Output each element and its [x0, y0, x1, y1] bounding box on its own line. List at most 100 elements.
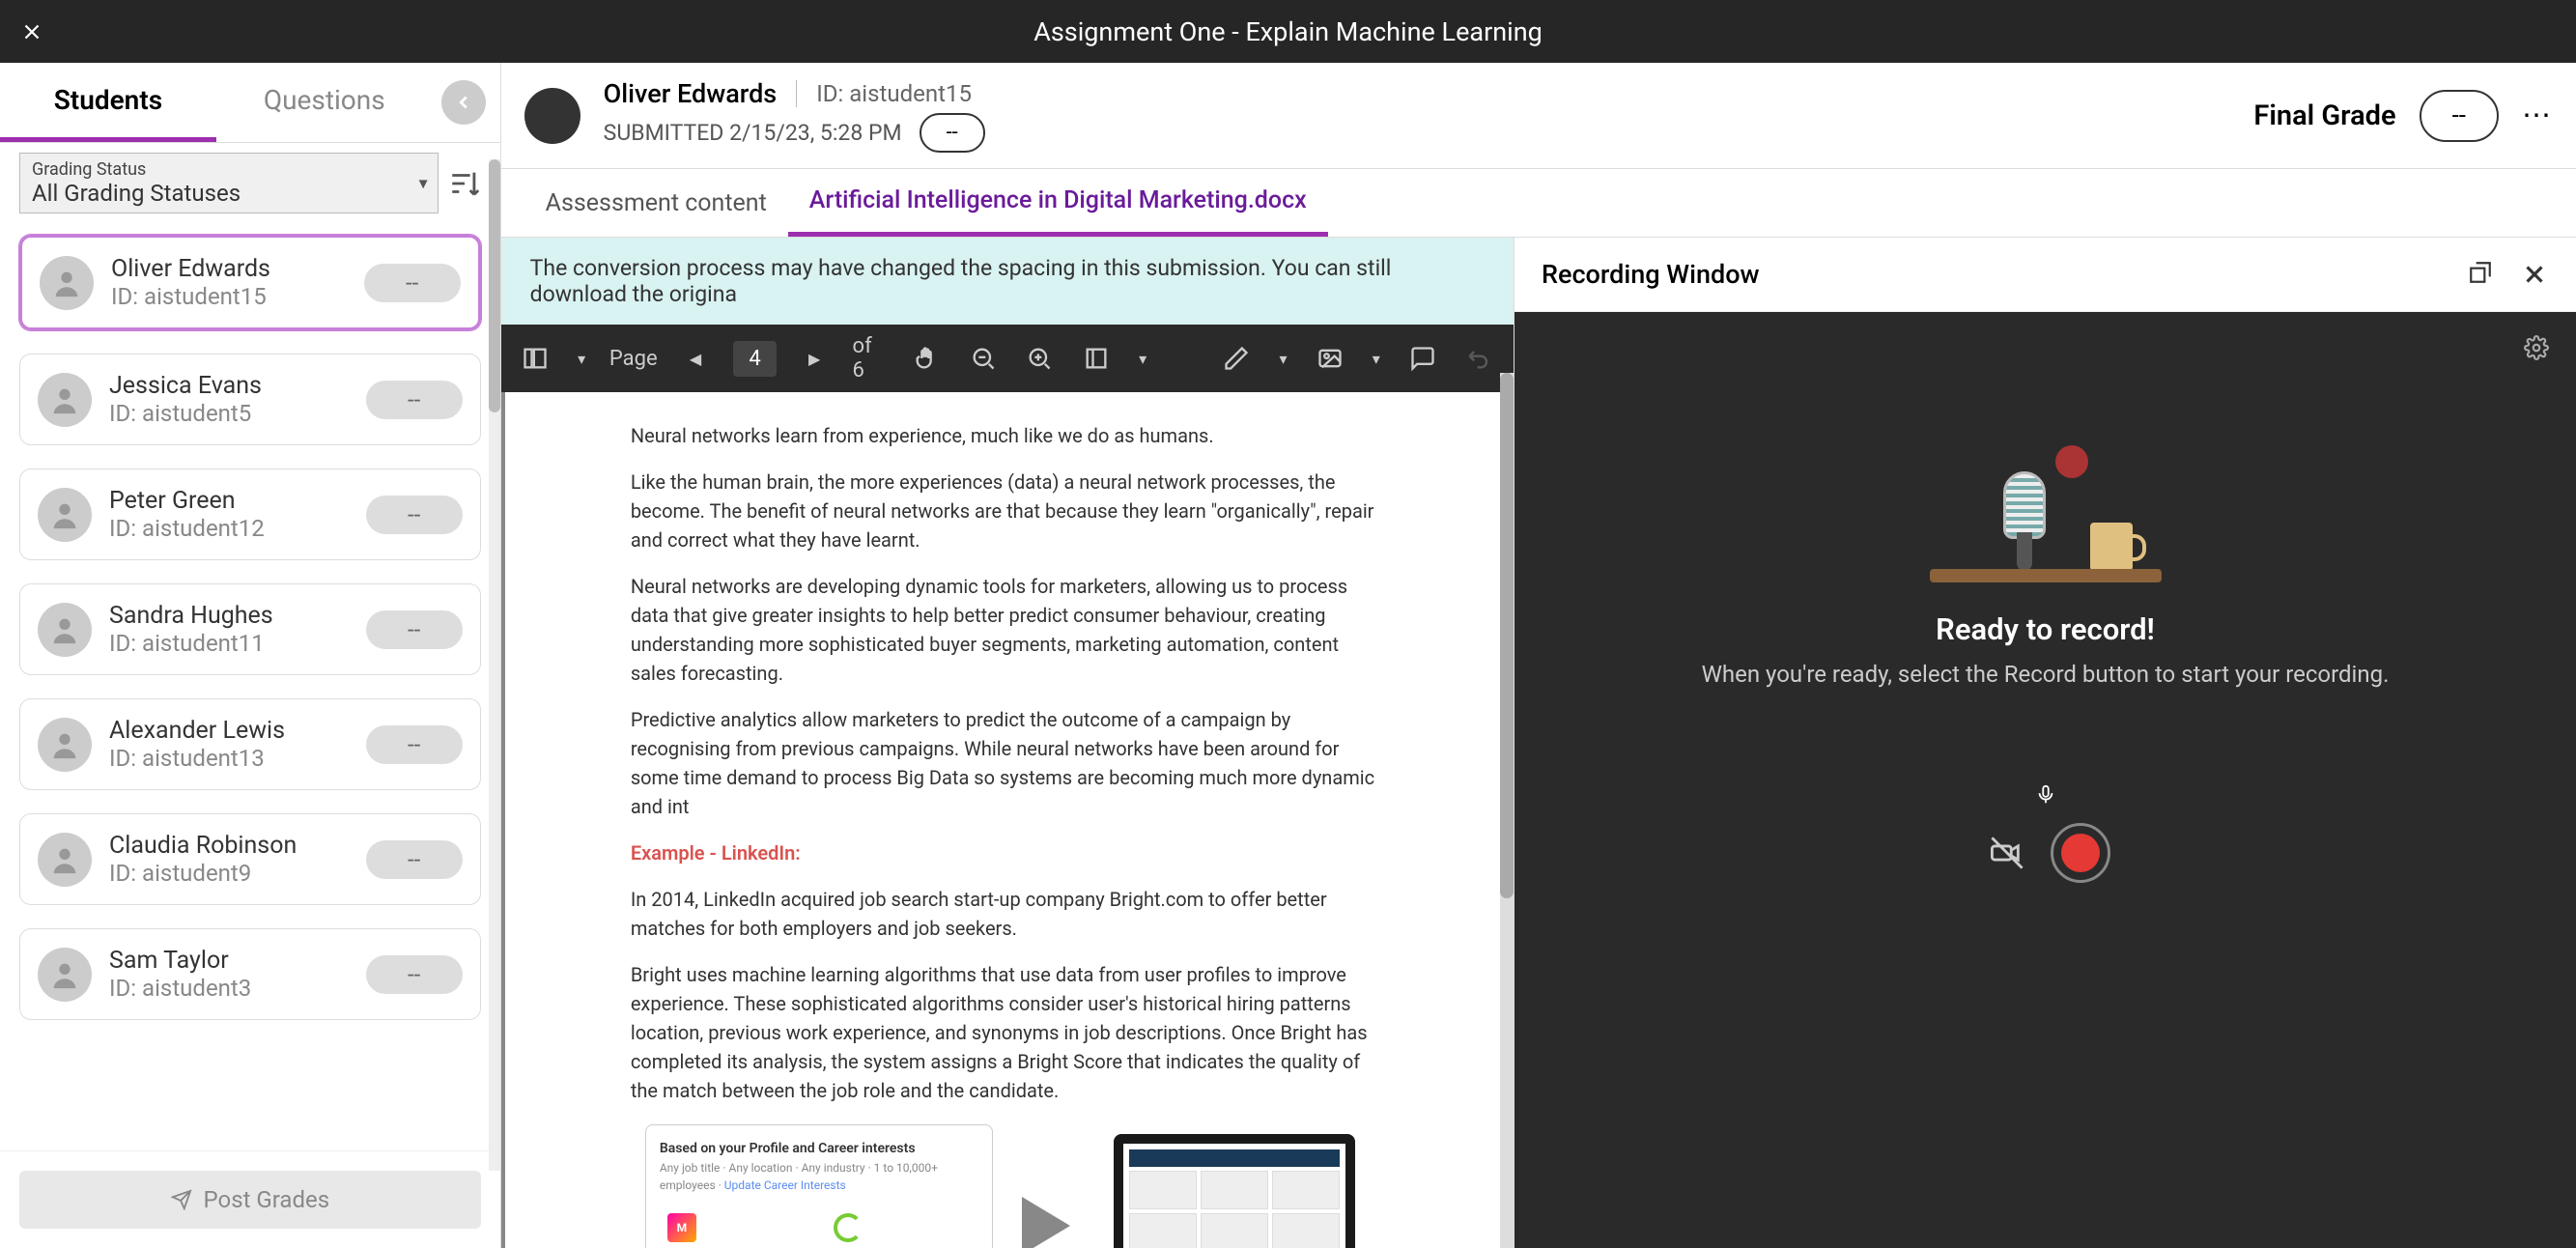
scroll-thumb[interactable] — [489, 159, 500, 412]
grade-pill[interactable]: -- — [366, 496, 463, 534]
gear-icon[interactable] — [2524, 335, 2549, 360]
fig-header: Based on your Profile and Career interes… — [660, 1139, 978, 1159]
student-name: Sandra Hughes — [109, 602, 349, 630]
record-button[interactable] — [2051, 823, 2110, 883]
avatar — [38, 488, 92, 542]
avatar — [38, 603, 92, 657]
student-card[interactable]: Alexander Lewis ID: aistudent13 -- — [19, 698, 481, 790]
student-name: Oliver Edwards — [111, 255, 347, 283]
zoom-out-icon[interactable] — [964, 339, 1002, 378]
sort-icon[interactable] — [448, 167, 481, 200]
doc-paragraph: Predictive analytics allow marketers to … — [631, 705, 1384, 821]
arrow-icon — [1022, 1197, 1070, 1248]
chevron-down-icon[interactable]: ▾ — [573, 339, 589, 378]
content-area: Oliver Edwards ID: aistudent15 SUBMITTED… — [501, 63, 2576, 1248]
comment-icon[interactable] — [1403, 339, 1441, 378]
grade-pill[interactable]: -- — [366, 955, 463, 994]
prev-page-icon[interactable]: ◀ — [677, 339, 715, 378]
final-grade-input[interactable]: -- — [2420, 90, 2499, 142]
popout-icon[interactable] — [2468, 260, 2493, 289]
tab-assessment-content[interactable]: Assessment content — [524, 172, 788, 235]
student-id: ID: aistudent3 — [109, 975, 349, 1002]
student-card[interactable]: Oliver Edwards ID: aistudent15 -- — [19, 235, 481, 330]
recording-panel: Recording Window — [1514, 238, 2576, 1248]
chevron-down-icon: ▾ — [419, 173, 428, 193]
chevron-down-icon[interactable]: ▾ — [1134, 339, 1150, 378]
doc-paragraph: Bright uses machine learning algorithms … — [631, 960, 1384, 1105]
figure-job-card: M Graphic Designer MAYUNKTEEN Manchester… — [660, 1205, 812, 1248]
doc-figure: Based on your Profile and Career interes… — [631, 1124, 1384, 1248]
recording-ready-heading: Ready to record! — [1936, 611, 2155, 647]
figure-linkedin-card: Based on your Profile and Career interes… — [645, 1124, 993, 1248]
student-id: ID: aistudent11 — [109, 630, 349, 657]
figure-laptop — [1099, 1134, 1370, 1248]
doc-paragraph: In 2014, LinkedIn acquired job search st… — [631, 885, 1384, 943]
close-icon[interactable] — [2520, 260, 2549, 289]
content-header: Oliver Edwards ID: aistudent15 SUBMITTED… — [501, 63, 2576, 169]
avatar — [38, 833, 92, 887]
student-name: Claudia Robinson — [109, 832, 349, 860]
draw-icon[interactable] — [1218, 339, 1256, 378]
grade-pill[interactable]: -- — [364, 264, 461, 302]
page-of-label: of 6 — [853, 334, 889, 383]
document-viewer: The conversion process may have changed … — [501, 238, 1514, 1248]
student-name: Alexander Lewis — [109, 717, 349, 745]
student-name: Peter Green — [109, 487, 349, 515]
student-list[interactable]: Oliver Edwards ID: aistudent15 -- Jessic… — [0, 223, 500, 1150]
viewer-scrollbar[interactable] — [1500, 373, 1514, 1248]
filter-value: All Grading Statuses — [32, 180, 426, 207]
pan-icon[interactable] — [907, 339, 945, 378]
recording-title: Recording Window — [1542, 259, 1760, 290]
sidebar-scrollbar[interactable] — [489, 159, 500, 1171]
panel-toggle-icon[interactable] — [517, 339, 554, 378]
page-label: Page — [609, 347, 658, 371]
zoom-in-icon[interactable] — [1021, 339, 1059, 378]
tab-document-file[interactable]: Artificial Intelligence in Digital Marke… — [788, 169, 1328, 237]
recording-subtext: When you're ready, select the Record but… — [1702, 661, 2390, 688]
doc-heading: Example - LinkedIn: — [631, 838, 1384, 867]
next-page-icon[interactable]: ▶ — [796, 339, 834, 378]
student-card[interactable]: Claudia Robinson ID: aistudent9 -- — [19, 813, 481, 905]
camera-off-icon[interactable] — [1981, 827, 2033, 879]
grade-pill[interactable]: -- — [366, 725, 463, 764]
student-card[interactable]: Peter Green ID: aistudent12 -- — [19, 468, 481, 560]
attempt-pill[interactable]: -- — [920, 113, 985, 153]
student-card[interactable]: Sam Taylor ID: aistudent3 -- — [19, 928, 481, 1020]
student-card[interactable]: Sandra Hughes ID: aistudent11 -- — [19, 583, 481, 675]
post-grades-button[interactable]: Post Grades — [19, 1171, 481, 1229]
page-number-input[interactable]: 4 — [733, 341, 776, 377]
close-icon[interactable] — [19, 19, 44, 44]
page-title: Assignment One - Explain Machine Learnin… — [1033, 16, 1543, 47]
tab-students[interactable]: Students — [0, 63, 216, 142]
submitted-timestamp: SUBMITTED 2/15/23, 5:28 PM — [604, 120, 902, 146]
microphone-icon[interactable] — [2035, 784, 2056, 806]
collapse-sidebar-button[interactable] — [441, 80, 486, 125]
chevron-down-icon[interactable]: ▾ — [1368, 339, 1384, 378]
undo-icon[interactable] — [1460, 339, 1498, 378]
grade-pill[interactable]: -- — [366, 610, 463, 649]
student-name: Sam Taylor — [109, 947, 349, 975]
more-options-icon[interactable]: ⋯ — [2522, 99, 2553, 132]
student-id: ID: aistudent9 — [109, 860, 349, 887]
student-id: ID: aistudent15 — [111, 283, 347, 310]
student-card[interactable]: Jessica Evans ID: aistudent5 -- — [19, 354, 481, 445]
image-icon[interactable] — [1311, 339, 1348, 378]
recording-body: Ready to record! When you're ready, sele… — [1514, 312, 2576, 1248]
conversion-banner: The conversion process may have changed … — [501, 238, 1514, 325]
avatar — [40, 256, 94, 310]
avatar — [38, 718, 92, 772]
fit-icon[interactable] — [1078, 339, 1116, 378]
document-scroll-area[interactable]: Neural networks learn from experience, m… — [501, 392, 1514, 1248]
student-id: ID: aistudent5 — [109, 400, 349, 427]
grading-status-filter[interactable]: Grading Status All Grading Statuses ▾ — [19, 153, 439, 213]
chevron-down-icon[interactable]: ▾ — [1275, 339, 1291, 378]
grade-pill[interactable]: -- — [366, 381, 463, 419]
recording-illustration — [1949, 428, 2142, 582]
student-avatar — [524, 88, 580, 144]
scroll-thumb[interactable] — [1500, 373, 1514, 898]
grade-pill[interactable]: -- — [366, 840, 463, 879]
tab-questions[interactable]: Questions — [216, 63, 433, 142]
doc-paragraph: Neural networks are developing dynamic t… — [631, 572, 1384, 688]
titlebar: Assignment One - Explain Machine Learnin… — [0, 0, 2576, 63]
student-id: ID: aistudent13 — [109, 745, 349, 772]
